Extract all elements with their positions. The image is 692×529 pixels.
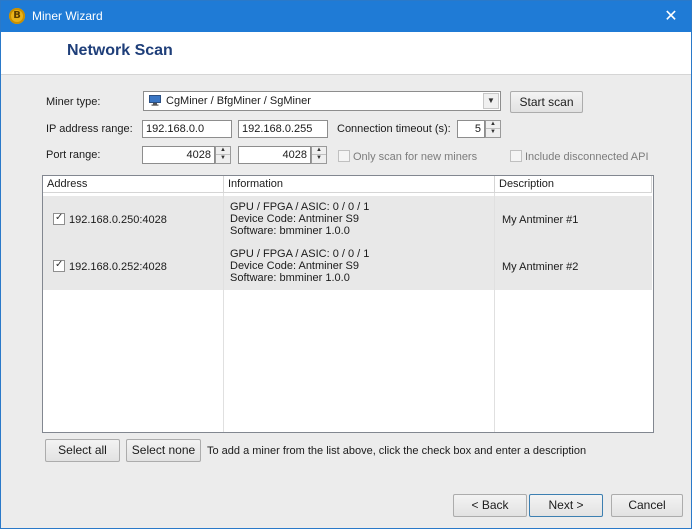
port-end-field[interactable]: 4028 xyxy=(238,146,311,164)
cancel-button[interactable]: Cancel xyxy=(611,494,683,517)
row-address: 192.168.0.252:4028 xyxy=(69,261,167,273)
column-header-description[interactable]: Description xyxy=(495,176,652,193)
monitor-icon xyxy=(149,95,161,106)
include-disconnected-checkbox[interactable] xyxy=(510,150,522,162)
column-divider xyxy=(223,193,224,432)
start-scan-button[interactable]: Start scan xyxy=(510,91,583,113)
row-info-line: Software: bmminer 1.0.0 xyxy=(230,272,350,284)
timeout-field[interactable]: 5 xyxy=(457,120,485,138)
table-row[interactable]: 192.168.0.252:4028 GPU / FPGA / ASIC: 0 … xyxy=(43,243,652,290)
stepper-up-icon[interactable]: ▲ xyxy=(486,121,500,129)
chevron-down-icon[interactable]: ▼ xyxy=(483,93,499,109)
miner-type-value: CgMiner / BfgMiner / SgMiner xyxy=(166,95,311,107)
window-title: Miner Wizard xyxy=(32,9,103,23)
next-button[interactable]: Next > xyxy=(529,494,603,517)
port-range-label: Port range: xyxy=(46,149,101,161)
port-start-stepper[interactable]: ▲ ▼ xyxy=(215,146,231,164)
port-end-stepper[interactable]: ▲ ▼ xyxy=(311,146,327,164)
close-icon[interactable]: ✕ xyxy=(661,6,681,26)
stepper-up-icon[interactable]: ▲ xyxy=(312,147,326,155)
hint-text: To add a miner from the list above, clic… xyxy=(207,445,587,457)
stepper-up-icon[interactable]: ▲ xyxy=(216,147,230,155)
select-all-button[interactable]: Select all xyxy=(45,439,120,462)
title-bar[interactable]: B Miner Wizard ✕ xyxy=(1,1,691,32)
port-start-field[interactable]: 4028 xyxy=(142,146,215,164)
ip-start-field[interactable]: 192.168.0.0 xyxy=(142,120,232,138)
back-button[interactable]: < Back xyxy=(453,494,527,517)
row-info-line: GPU / FPGA / ASIC: 0 / 0 / 1 xyxy=(230,201,370,213)
bitcoin-icon: B xyxy=(9,8,25,24)
table-row[interactable]: 192.168.0.250:4028 GPU / FPGA / ASIC: 0 … xyxy=(43,196,652,243)
miner-type-label: Miner type: xyxy=(46,96,101,108)
row-checkbox[interactable] xyxy=(53,212,65,225)
miner-type-dropdown[interactable]: CgMiner / BfgMiner / SgMiner ▼ xyxy=(143,91,501,111)
include-disconnected-label: Include disconnected API xyxy=(525,151,649,163)
row-address: 192.168.0.250:4028 xyxy=(69,214,167,226)
page-title: Network Scan xyxy=(67,42,173,59)
only-new-label: Only scan for new miners xyxy=(353,151,478,163)
row-description[interactable]: My Antminer #1 xyxy=(502,214,578,226)
timeout-stepper[interactable]: ▲ ▼ xyxy=(485,120,501,138)
row-info-line: GPU / FPGA / ASIC: 0 / 0 / 1 xyxy=(230,248,370,260)
column-divider xyxy=(494,193,495,432)
column-header-information[interactable]: Information xyxy=(224,176,495,193)
row-info-line: Device Code: Antminer S9 xyxy=(230,213,360,225)
row-description[interactable]: My Antminer #2 xyxy=(502,261,578,273)
stepper-down-icon[interactable]: ▼ xyxy=(486,129,500,137)
row-checkbox[interactable] xyxy=(53,259,65,272)
timeout-label: Connection timeout (s): xyxy=(337,123,451,135)
only-new-checkbox[interactable] xyxy=(338,150,350,162)
ip-range-label: IP address range: xyxy=(46,123,133,135)
column-header-address[interactable]: Address xyxy=(43,176,224,193)
miner-list[interactable]: Address Information Description 192.168.… xyxy=(42,175,654,433)
row-info-line: Device Code: Antminer S9 xyxy=(230,260,360,272)
stepper-down-icon[interactable]: ▼ xyxy=(312,155,326,163)
stepper-down-icon[interactable]: ▼ xyxy=(216,155,230,163)
miner-wizard-window: B Miner Wizard ✕ Network Scan Miner type… xyxy=(0,0,692,529)
select-none-button[interactable]: Select none xyxy=(126,439,201,462)
ip-end-field[interactable]: 192.168.0.255 xyxy=(238,120,328,138)
page-header: Network Scan xyxy=(1,32,691,75)
row-info-line: Software: bmminer 1.0.0 xyxy=(230,225,350,237)
